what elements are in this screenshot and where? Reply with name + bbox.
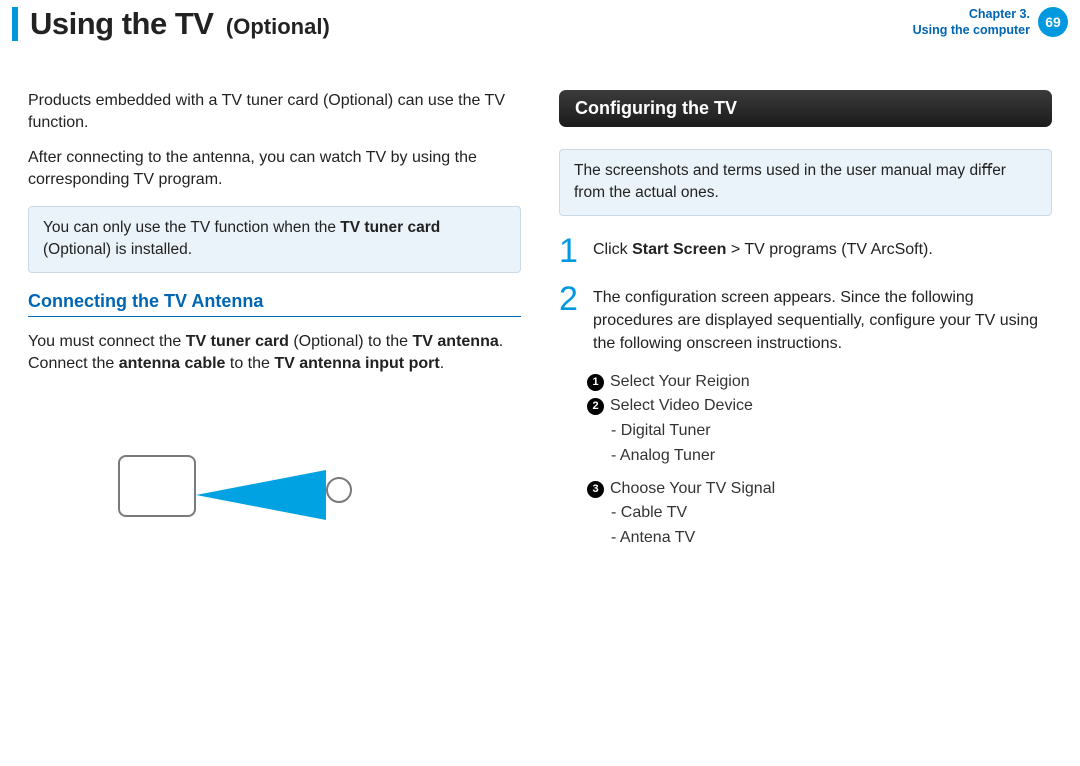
left-column: Products embedded with a TV tuner card (…: [28, 90, 521, 565]
antenna-port-icon: [326, 477, 352, 503]
right-column: Conﬁguring the TV The screenshots and te…: [559, 90, 1052, 565]
page-title-suffix: (Optional): [226, 14, 330, 39]
section-heading-antenna: Connecting the TV Antenna: [28, 291, 521, 317]
t: TV antenna input port: [274, 355, 439, 372]
substep-2b: - Analog Tuner: [611, 444, 1052, 469]
t: antenna cable: [119, 355, 226, 372]
callout-text-pre: You can only use the TV function when th…: [43, 219, 340, 236]
substep-3: 3 Choose Your TV Signal: [587, 477, 1052, 502]
circle-number-icon: 3: [587, 481, 604, 498]
substep-3a: - Cable TV: [611, 501, 1052, 526]
config-substeps: 1 Select Your Reigion 2 Select Video Devic…: [587, 370, 1052, 552]
step-2: 2 The conﬁguration screen appears. Since…: [559, 282, 1052, 356]
circle-number-icon: 2: [587, 398, 604, 415]
note-callout: You can only use the TV function when th…: [28, 206, 521, 273]
chapter-line-1: Chapter 3.: [913, 6, 1030, 22]
t: You must connect the: [28, 333, 186, 350]
t: (Optional) to the: [289, 333, 413, 350]
t: to the: [225, 355, 274, 372]
substep-3b: - Antena TV: [611, 526, 1052, 551]
t: TV antenna: [413, 333, 499, 350]
note-callout-2: The screenshots and terms used in the us…: [559, 149, 1052, 216]
step-1: 1 Click Start Screen > TV programs (TV A…: [559, 234, 1052, 268]
page-number-badge: 69: [1038, 7, 1068, 37]
t: Select Your Reigion: [610, 373, 750, 390]
callout-text-bold: TV tuner card: [340, 219, 440, 236]
step-number: 2: [559, 282, 583, 356]
intro-paragraph-2: After connecting to the antenna, you can…: [28, 147, 521, 192]
callout-pointer-icon: [196, 465, 336, 525]
substep-2a: - Digital Tuner: [611, 419, 1052, 444]
t: TV tuner card: [186, 333, 289, 350]
step-number: 1: [559, 234, 583, 268]
t: .: [440, 355, 444, 372]
t: Select Video Device: [610, 397, 753, 414]
device-icon: [118, 455, 196, 517]
step-1-text: Click Start Screen > TV programs (TV Arc…: [593, 234, 933, 268]
callout-text-post: (Optional) is installed.: [43, 241, 192, 258]
t: Start Screen: [632, 241, 726, 258]
substep-1: 1 Select Your Reigion: [587, 370, 1052, 395]
substep-2: 2 Select Video Device: [587, 394, 1052, 419]
title-accent-bar: [12, 7, 18, 41]
antenna-paragraph: You must connect the TV tuner card (Opti…: [28, 331, 521, 376]
antenna-diagram: [118, 435, 378, 565]
t: Click: [593, 241, 632, 258]
chapter-line-2: Using the computer: [913, 22, 1030, 38]
intro-paragraph-1: Products embedded with a TV tuner card (…: [28, 90, 521, 135]
section-bar-configuring: Conﬁguring the TV: [559, 90, 1052, 127]
step-2-text: The conﬁguration screen appears. Since t…: [593, 282, 1052, 356]
page-title: Using the TV: [30, 6, 213, 41]
chapter-label: Chapter 3. Using the computer: [913, 6, 1030, 39]
t: Choose Your TV Signal: [610, 480, 775, 497]
t: > TV programs (TV ArcSoft).: [726, 241, 932, 258]
circle-number-icon: 1: [587, 374, 604, 391]
